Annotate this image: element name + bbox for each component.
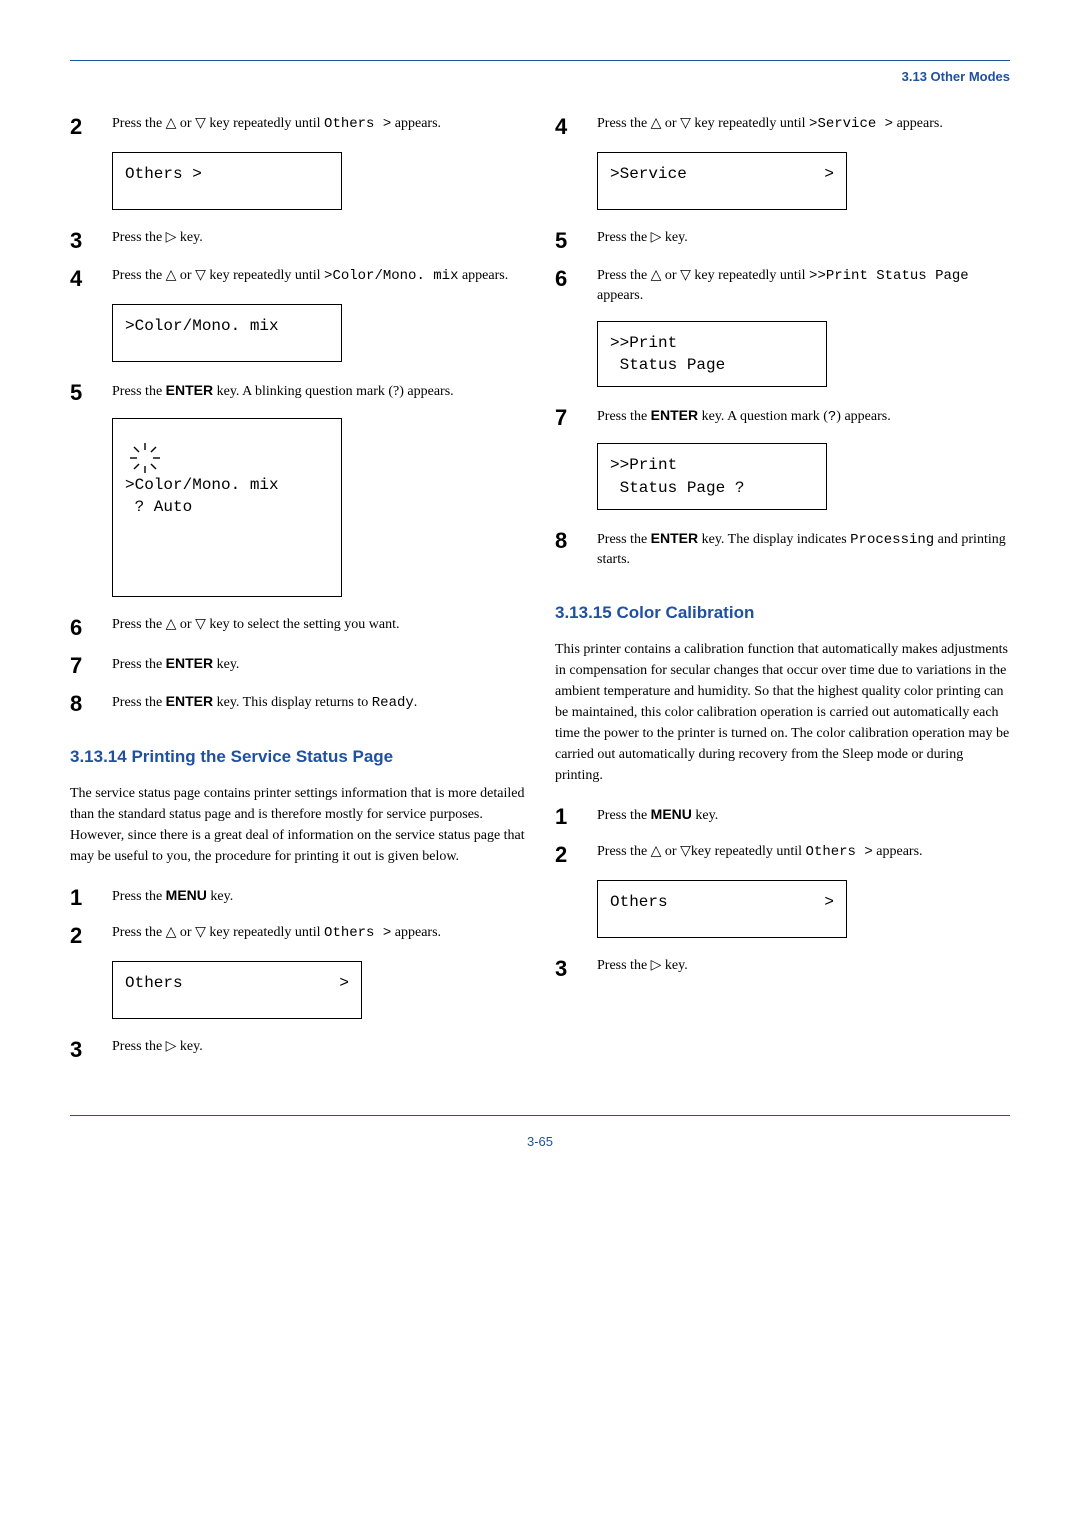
step-number: 4	[555, 114, 597, 138]
step-number: 7	[70, 653, 112, 677]
lcd-display-blinking: >Color/Mono. mix ? Auto	[112, 418, 342, 597]
right-column: 4 Press the △ or ▽ key repeatedly until …	[555, 114, 1010, 1075]
step-text: Press the △ or ▽ key to select the setti…	[112, 615, 525, 635]
step-number: 6	[555, 266, 597, 290]
step-l4: 4 Press the △ or ▽ key repeatedly until …	[70, 266, 525, 290]
step-text: Press the ▷ key.	[597, 956, 1010, 976]
step-number: 1	[70, 885, 112, 909]
step-number: 4	[70, 266, 112, 290]
section-heading: 3.13.15 Color Calibration	[555, 603, 1010, 623]
left-column: 2 Press the △ or ▽ key repeatedly until …	[70, 114, 525, 1075]
step-number: 3	[70, 1037, 112, 1061]
lcd-display: >>Print Status Page	[597, 321, 827, 388]
step-text: Press the △ or ▽key repeatedly until Oth…	[597, 842, 1010, 862]
step-number: 1	[555, 804, 597, 828]
step-text: Press the ENTER key. The display indicat…	[597, 528, 1010, 571]
step-text: Press the ▷ key.	[597, 228, 1010, 248]
step-number: 5	[70, 380, 112, 404]
section-heading: 3.13.14 Printing the Service Status Page	[70, 747, 525, 767]
footer-rule	[70, 1115, 1010, 1116]
lcd-display: Others>	[112, 961, 362, 1019]
step-number: 5	[555, 228, 597, 252]
step-l5: 5 Press the ENTER key. A blinking questi…	[70, 380, 525, 404]
step-l2: 2 Press the △ or ▽ key repeatedly until …	[70, 114, 525, 138]
section-paragraph: This printer contains a calibration func…	[555, 639, 1010, 786]
step-rc2: 2 Press the △ or ▽key repeatedly until O…	[555, 842, 1010, 866]
header-rule	[70, 60, 1010, 61]
step-number: 8	[555, 528, 597, 552]
step-rc3: 3 Press the ▷ key.	[555, 956, 1010, 980]
step-lb1: 1 Press the MENU key.	[70, 885, 525, 909]
step-number: 8	[70, 691, 112, 715]
step-lb2: 2 Press the △ or ▽ key repeatedly until …	[70, 923, 525, 947]
step-r4: 4 Press the △ or ▽ key repeatedly until …	[555, 114, 1010, 138]
content-columns: 2 Press the △ or ▽ key repeatedly until …	[70, 114, 1010, 1075]
step-text: Press the △ or ▽ key repeatedly until >>…	[597, 266, 1010, 307]
step-rc1: 1 Press the MENU key.	[555, 804, 1010, 828]
step-text: Press the ENTER key. This display return…	[112, 691, 525, 713]
lcd-display: Others>	[597, 880, 847, 938]
step-number: 2	[70, 114, 112, 138]
step-l8: 8 Press the ENTER key. This display retu…	[70, 691, 525, 715]
step-r8: 8 Press the ENTER key. The display indic…	[555, 528, 1010, 571]
step-text: Press the △ or ▽ key repeatedly until Ot…	[112, 114, 525, 134]
step-number: 3	[70, 228, 112, 252]
step-text: Press the ▷ key.	[112, 228, 525, 248]
section-paragraph: The service status page contains printer…	[70, 783, 525, 867]
step-number: 2	[555, 842, 597, 866]
step-number: 7	[555, 405, 597, 429]
step-text: Press the △ or ▽ key repeatedly until >S…	[597, 114, 1010, 134]
lcd-display: >>Print Status Page ?	[597, 443, 827, 510]
lcd-display: >Color/Mono. mix	[112, 304, 342, 362]
step-text: Press the △ or ▽ key repeatedly until >C…	[112, 266, 525, 286]
step-text: Press the ENTER key. A question mark (?)…	[597, 405, 1010, 427]
step-text: Press the △ or ▽ key repeatedly until Ot…	[112, 923, 525, 943]
step-l7: 7 Press the ENTER key.	[70, 653, 525, 677]
step-l3: 3 Press the ▷ key.	[70, 228, 525, 252]
step-text: Press the ENTER key.	[112, 653, 525, 675]
step-number: 3	[555, 956, 597, 980]
blink-indicator-icon	[128, 441, 162, 475]
page-number: 3-65	[70, 1134, 1010, 1149]
lcd-display: >Service>	[597, 152, 847, 210]
step-text: Press the MENU key.	[112, 885, 525, 907]
step-number: 2	[70, 923, 112, 947]
step-r5: 5 Press the ▷ key.	[555, 228, 1010, 252]
step-text: Press the MENU key.	[597, 804, 1010, 826]
step-r7: 7 Press the ENTER key. A question mark (…	[555, 405, 1010, 429]
step-text: Press the ▷ key.	[112, 1037, 525, 1057]
step-l6: 6 Press the △ or ▽ key to select the set…	[70, 615, 525, 639]
step-r6: 6 Press the △ or ▽ key repeatedly until …	[555, 266, 1010, 307]
step-number: 6	[70, 615, 112, 639]
step-text: Press the ENTER key. A blinking question…	[112, 380, 525, 402]
lcd-display: Others >	[112, 152, 342, 210]
section-header: 3.13 Other Modes	[70, 69, 1010, 84]
step-lb3: 3 Press the ▷ key.	[70, 1037, 525, 1061]
